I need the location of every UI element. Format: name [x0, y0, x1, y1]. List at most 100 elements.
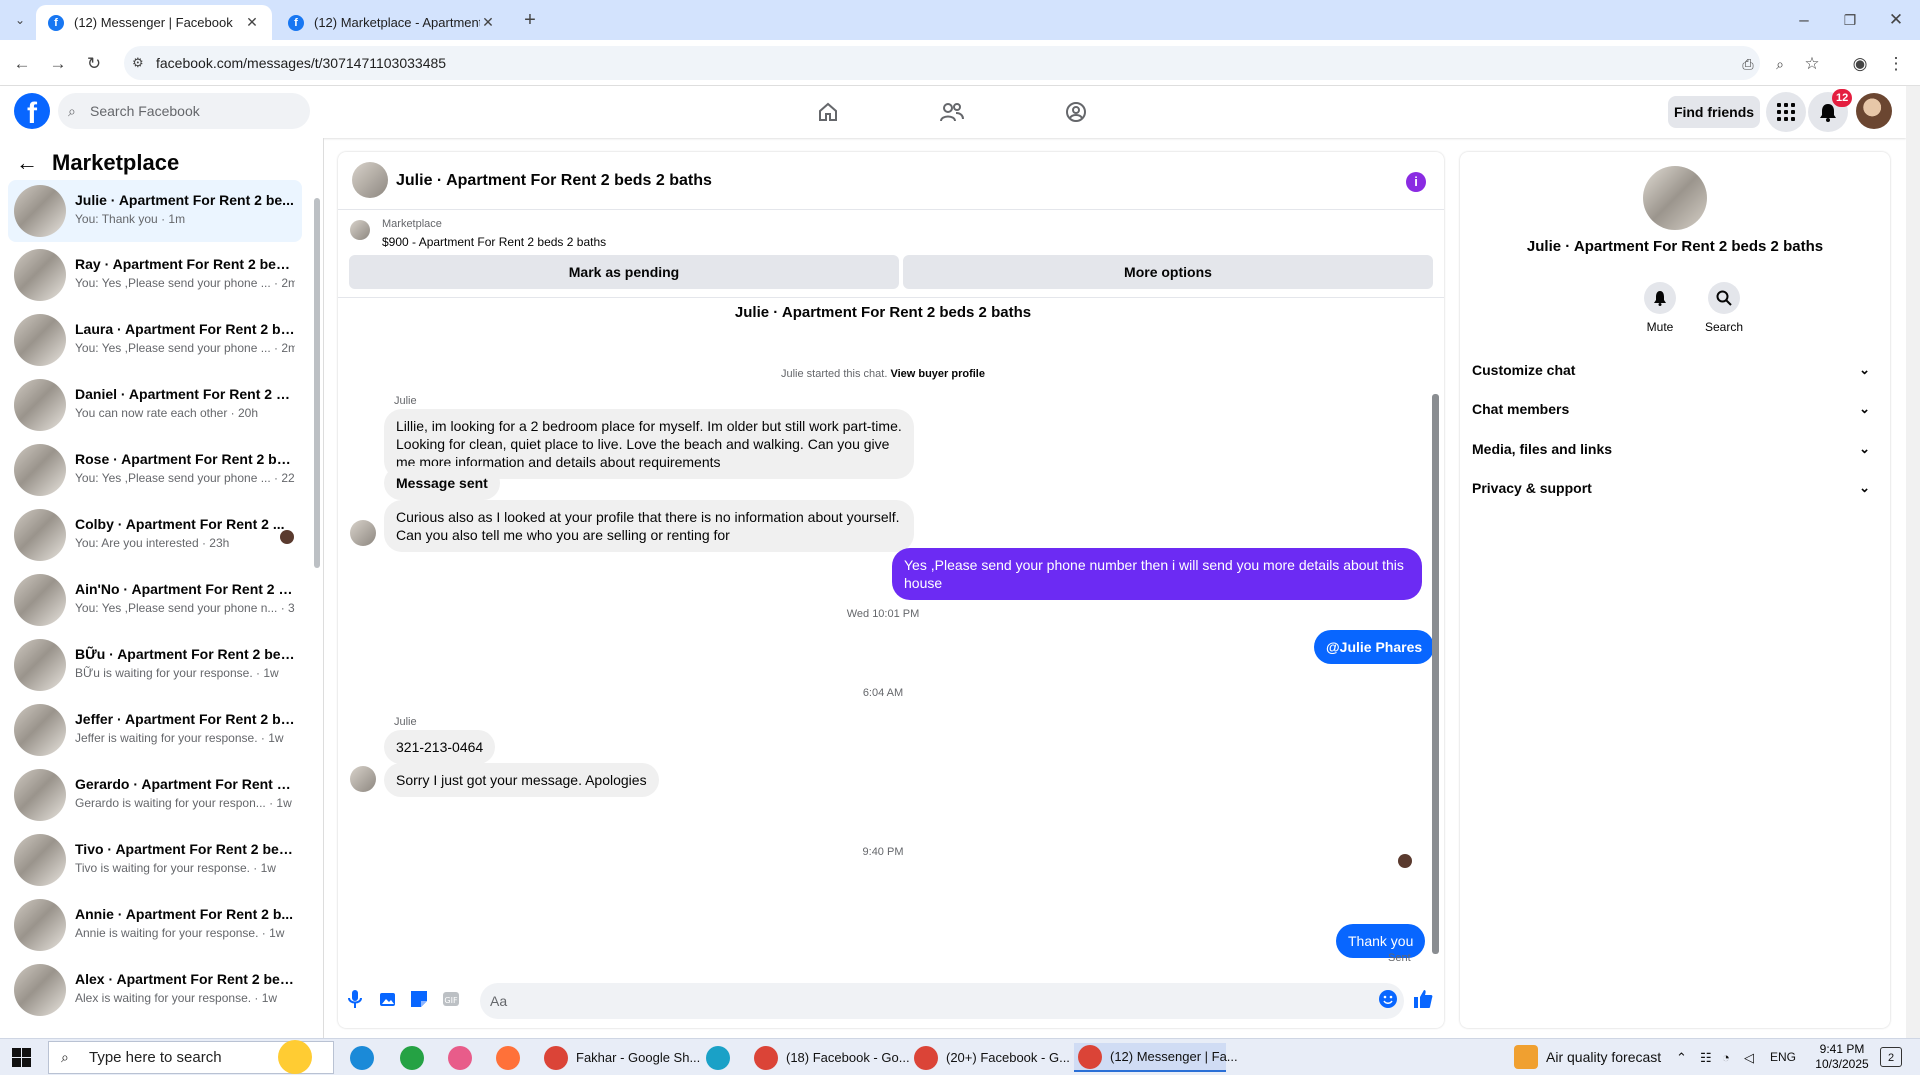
whatsapp-taskbar-icon[interactable]: [400, 1043, 424, 1072]
mute-button[interactable]: Mute: [1632, 282, 1688, 334]
conversation-item[interactable]: Ray · Apartment For Rent 2 bed... You: Ye…: [8, 244, 302, 306]
taskbar-clock[interactable]: 9:41 PM 10/3/2025: [1800, 1042, 1884, 1072]
emoji-icon[interactable]: [1375, 986, 1401, 1012]
air-quality-icon[interactable]: [1514, 1045, 1538, 1069]
language-indicator[interactable]: ENG: [1770, 1039, 1796, 1075]
conversation-item[interactable]: Gerardo · Apartment For Rent 2 ... Gerard…: [8, 764, 302, 826]
conversation-info-panel: Julie · Apartment For Rent 2 beds 2 bath…: [1460, 152, 1890, 1028]
outgoing-message[interactable]: Yes ,Please send your phone number then …: [892, 548, 1422, 600]
back-arrow-icon[interactable]: ←: [10, 52, 34, 76]
facebook-logo-icon[interactable]: f: [14, 93, 50, 129]
page-scrollbar[interactable]: [1906, 86, 1920, 1038]
wifi-icon[interactable]: ◔: [1722, 1039, 1730, 1075]
privacy-support-section[interactable]: Privacy & support ⌄: [1472, 472, 1878, 504]
conversation-item[interactable]: Tivo · Apartment For Rent 2 bed... Tivo i…: [8, 829, 302, 891]
more-options-button[interactable]: More options: [903, 255, 1433, 289]
back-arrow-icon[interactable]: ←: [16, 150, 38, 176]
groups-icon[interactable]: [1062, 98, 1090, 126]
weather-text[interactable]: Air quality forecast: [1546, 1039, 1661, 1075]
taskbar-app[interactable]: (18) Facebook - Go...: [754, 1043, 910, 1072]
windows-start-icon[interactable]: [12, 1048, 31, 1070]
restore-button[interactable]: ❐: [1838, 8, 1862, 32]
incoming-message[interactable]: Curious also as I looked at your profile…: [384, 500, 914, 552]
friends-icon[interactable]: [938, 98, 966, 126]
tab-messenger[interactable]: f (12) Messenger | Facebook ✕: [36, 5, 272, 40]
reload-icon[interactable]: ↻: [82, 52, 106, 76]
chat-title[interactable]: Julie · Apartment For Rent 2 beds 2 bath…: [396, 172, 712, 190]
tab-marketplace[interactable]: f (12) Marketplace - Apartment F ✕: [276, 5, 508, 40]
conversation-item[interactable]: Colby · Apartment For Rent 2 ... You: Are…: [8, 504, 302, 566]
firefox-taskbar-icon[interactable]: [496, 1043, 520, 1072]
mute-label: Mute: [1646, 320, 1674, 334]
edge-taskbar-icon[interactable]: [350, 1043, 374, 1072]
notification-center-icon[interactable]: 2: [1880, 1047, 1902, 1067]
bookmark-star-icon[interactable]: ☆: [1800, 52, 1824, 76]
conversation-item[interactable]: Daniel · Apartment For Rent 2 b... You ca…: [8, 374, 302, 436]
network-icon[interactable]: ☷: [1700, 1039, 1712, 1075]
avatar[interactable]: [352, 162, 388, 198]
close-tab-icon[interactable]: ✕: [480, 14, 496, 31]
customize-chat-section[interactable]: Customize chat ⌄: [1472, 354, 1878, 386]
conversation-item[interactable]: Laura · Apartment For Rent 2 be... You: Y…: [8, 309, 302, 371]
tab-search-icon[interactable]: ⌄: [8, 8, 32, 32]
view-buyer-profile-link[interactable]: View buyer profile: [890, 368, 985, 380]
minimize-button[interactable]: –: [1792, 8, 1816, 32]
outgoing-message[interactable]: @Julie Phares: [1314, 630, 1435, 664]
sticker-icon[interactable]: [406, 986, 432, 1012]
home-icon[interactable]: [814, 98, 842, 126]
conversation-name: Colby · Apartment For Rent 2 ...: [75, 516, 285, 532]
chat-members-section[interactable]: Chat members ⌄: [1472, 393, 1878, 425]
thumbs-up-icon[interactable]: [1410, 986, 1436, 1012]
search-in-chat-button[interactable]: Search: [1696, 282, 1752, 334]
url-field[interactable]: ⚙ facebook.com/messages/t/30714711030334…: [124, 46, 1760, 80]
media-files-links-section[interactable]: Media, files and links ⌄: [1472, 433, 1878, 465]
avatar: [14, 509, 66, 561]
site-info-icon[interactable]: ⚙: [132, 46, 144, 80]
listing-thumbnail[interactable]: [350, 220, 370, 240]
avatar[interactable]: [1643, 166, 1707, 230]
install-app-icon[interactable]: ⎙: [1736, 52, 1760, 76]
account-avatar[interactable]: [1856, 93, 1892, 129]
conversation-item[interactable]: Ain'No · Apartment For Rent 2 b... You: Y…: [8, 569, 302, 631]
tray-overflow-icon[interactable]: ⌃: [1676, 1039, 1687, 1075]
sketchbook-taskbar-icon[interactable]: [706, 1043, 730, 1072]
listing-title[interactable]: $900 - Apartment For Rent 2 beds 2 baths: [382, 235, 606, 249]
forward-arrow-icon[interactable]: →: [46, 52, 70, 76]
taskbar-app[interactable]: Fakhar - Google Sh...: [544, 1043, 700, 1072]
taskbar-app-active[interactable]: (12) Messenger | Fa...: [1074, 1043, 1238, 1072]
zoom-icon[interactable]: ⌕: [1768, 52, 1792, 76]
weather-sun-icon[interactable]: [278, 1040, 312, 1074]
chat-scrollbar[interactable]: [1432, 394, 1439, 954]
conversation-item[interactable]: Rose · Apartment For Rent 2 be... You: Ye…: [8, 439, 302, 501]
browser-menu-icon[interactable]: ⋮: [1884, 52, 1908, 76]
profile-icon[interactable]: ◉: [1848, 52, 1872, 76]
taskbar-app[interactable]: (20+) Facebook - G...: [914, 1043, 1070, 1072]
conversation-item[interactable]: Julie · Apartment For Rent 2 be... You: T…: [8, 180, 302, 242]
incoming-message[interactable]: Sorry I just got your message. Apologies: [384, 763, 659, 797]
facebook-search-input[interactable]: ⌕ Search Facebook: [58, 93, 310, 129]
avatar: [350, 766, 376, 792]
close-window-button[interactable]: ✕: [1884, 8, 1908, 32]
microphone-icon[interactable]: [342, 986, 368, 1012]
new-tab-button[interactable]: +: [518, 8, 542, 32]
conversation-item[interactable]: Alex · Apartment For Rent 2 bed... Alex i…: [8, 959, 302, 1021]
incoming-message[interactable]: 321-213-0464: [384, 730, 496, 764]
incoming-message[interactable]: Message sent: [384, 466, 500, 500]
message-input[interactable]: Aa: [480, 983, 1404, 1019]
gif-icon[interactable]: GIF: [438, 986, 464, 1012]
info-icon[interactable]: i: [1406, 172, 1426, 192]
taskbar-app-label: (12) Messenger | Fa...: [1110, 1049, 1238, 1064]
volume-icon[interactable]: ◁: [1744, 1039, 1754, 1075]
mark-as-pending-button[interactable]: Mark as pending: [349, 255, 899, 289]
conversation-item[interactable]: BỮu · Apartment For Rent 2 bed... BỮu is …: [8, 634, 302, 696]
snipping-tool-taskbar-icon[interactable]: [448, 1043, 472, 1072]
sidebar-scrollbar[interactable]: [314, 198, 320, 568]
conversation-item[interactable]: Jeffer · Apartment For Rent 2 be... Jeffe…: [8, 699, 302, 761]
find-friends-button[interactable]: Find friends: [1668, 96, 1760, 128]
conversation-item[interactable]: Annie · Apartment For Rent 2 b... Annie i…: [8, 894, 302, 956]
close-tab-icon[interactable]: ✕: [244, 14, 260, 31]
search-placeholder: Search Facebook: [90, 103, 200, 119]
outgoing-message[interactable]: Thank you: [1336, 924, 1426, 958]
menu-grid-icon[interactable]: [1766, 92, 1806, 132]
photo-icon[interactable]: [374, 986, 400, 1012]
